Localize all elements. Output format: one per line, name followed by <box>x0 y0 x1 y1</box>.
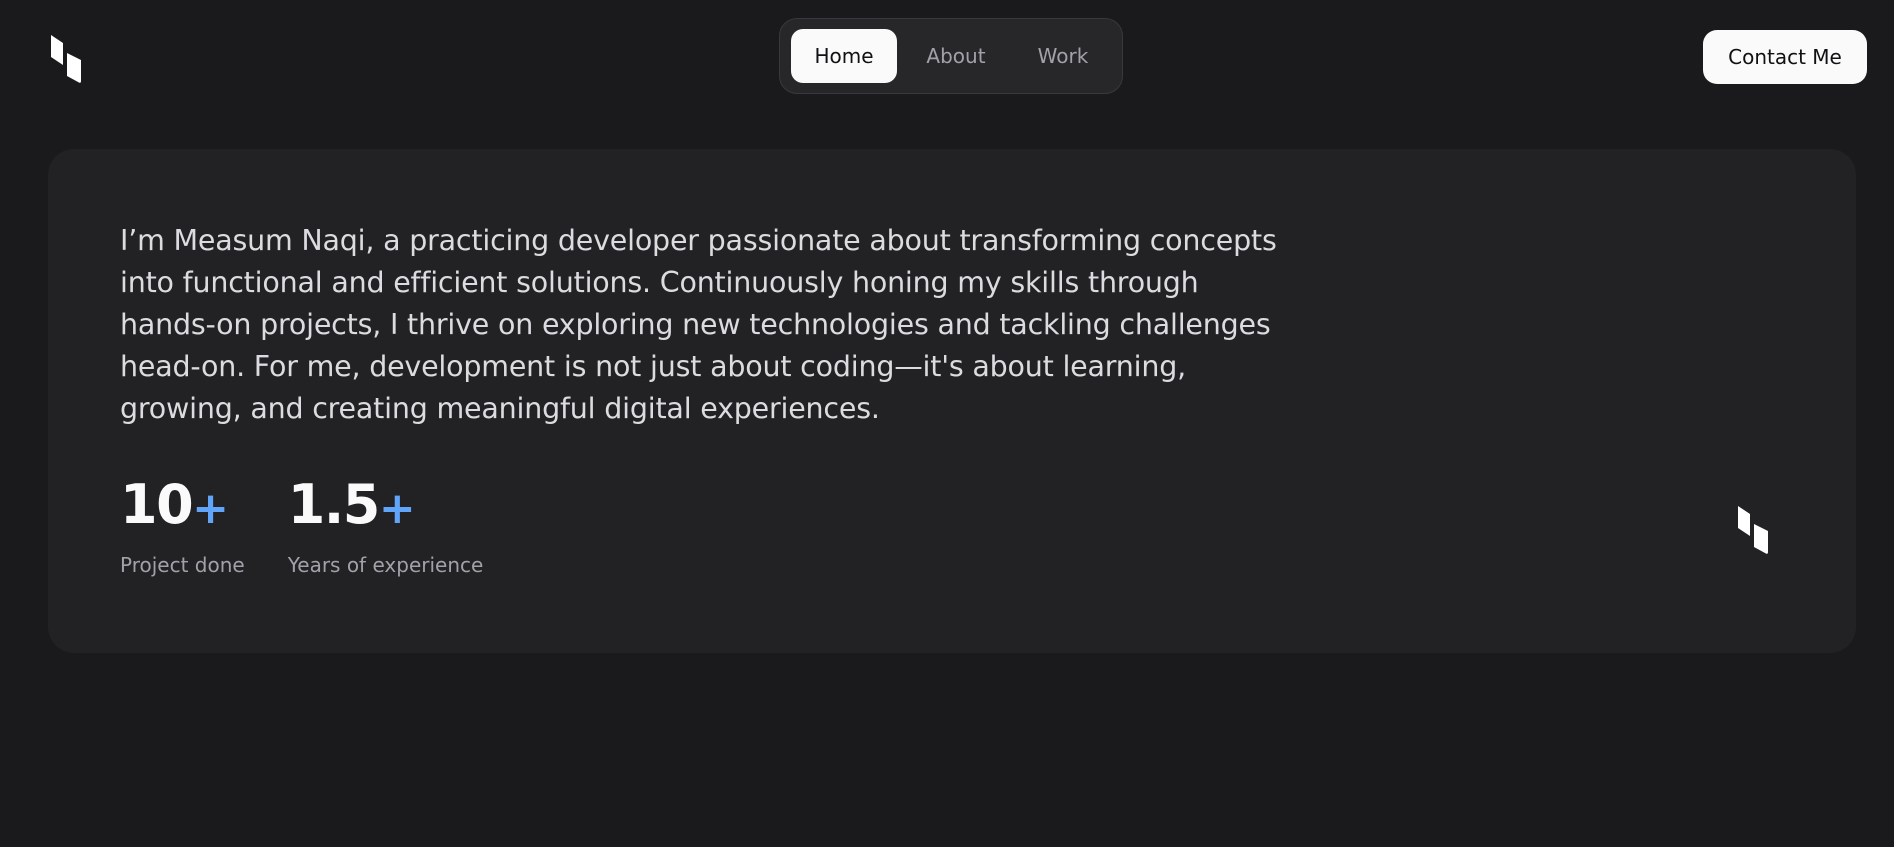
stat-value: 1.5+ <box>288 475 484 539</box>
nav-work[interactable]: Work <box>1015 29 1111 83</box>
plus-sign: + <box>192 483 230 534</box>
main-nav: Home About Work <box>779 18 1123 94</box>
contact-me-button[interactable]: Contact Me <box>1703 30 1867 84</box>
logo-icon[interactable] <box>51 33 81 83</box>
nav-home[interactable]: Home <box>791 29 897 83</box>
stat-number: 10 <box>120 473 194 536</box>
nav-about[interactable]: About <box>897 29 1015 83</box>
card-logo-icon <box>1738 506 1768 554</box>
stat-label: Years of experience <box>287 553 484 577</box>
stat-value: 10+ <box>120 475 245 539</box>
stat-projects: 10+ Project done <box>120 475 245 578</box>
intro-card: I’m Measum Naqi, a practicing developer … <box>48 149 1856 653</box>
stat-experience: 1.5+ Years of experience <box>287 475 484 578</box>
plus-sign: + <box>378 483 416 534</box>
stats-row: 10+ Project done 1.5+ Years of experienc… <box>120 475 484 578</box>
stat-label: Project done <box>120 553 245 577</box>
stat-number: 1.5 <box>287 473 381 536</box>
bio-text: I’m Measum Naqi, a practicing developer … <box>120 224 1277 425</box>
header: Home About Work Contact Me <box>0 0 1894 115</box>
